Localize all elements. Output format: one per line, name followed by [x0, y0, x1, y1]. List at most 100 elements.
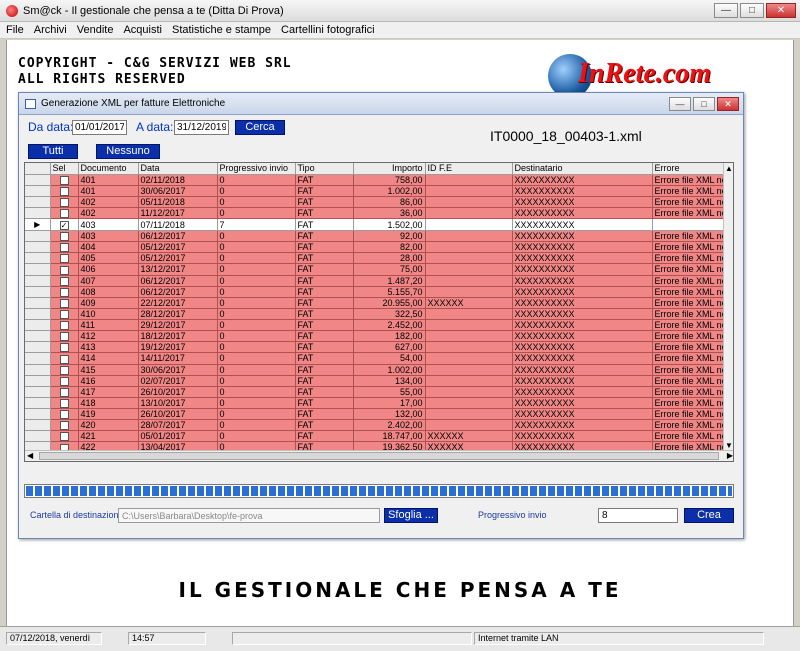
cell-id-fe[interactable]: [425, 196, 513, 208]
dialog-maximize-button[interactable]: □: [693, 97, 715, 111]
table-row[interactable]: 401 02/11/2018 0 FAT 758,00 XXXXXXXXXX Errore …: [25, 174, 733, 186]
cell-tipo[interactable]: FAT: [295, 386, 354, 398]
cell-importo[interactable]: 28,00: [353, 252, 426, 265]
table-row[interactable]: 412 18/12/2017 0 FAT 182,00 XXXXXXXXXX Errore …: [25, 330, 733, 343]
column-header-destinatario[interactable]: Destinatario: [512, 163, 653, 175]
cell-data[interactable]: 19/12/2017: [138, 341, 218, 354]
row-indicator[interactable]: [25, 330, 51, 343]
cell-sel[interactable]: [50, 196, 79, 208]
row-indicator[interactable]: [25, 319, 51, 332]
cell-sel[interactable]: [50, 430, 79, 443]
row-checkbox[interactable]: [59, 399, 69, 408]
column-header-documento[interactable]: Documento: [78, 163, 139, 175]
cell-id-fe[interactable]: [425, 341, 513, 354]
cell-destinatario[interactable]: XXXXXXXXXX: [512, 408, 653, 421]
table-row[interactable]: 419 26/10/2017 0 FAT 132,00 XXXXXXXXXX Errore …: [25, 408, 733, 421]
cell-sel[interactable]: [50, 364, 79, 376]
cell-errore[interactable]: Errore file XML non: [652, 297, 733, 309]
cell-errore[interactable]: Errore file XML non: [652, 275, 733, 287]
cell-destinatario[interactable]: XXXXXXXXXX: [512, 185, 653, 197]
cell-sel[interactable]: [50, 286, 79, 298]
cell-documento[interactable]: 402: [78, 207, 139, 220]
table-row[interactable]: 420 28/07/2017 0 FAT 2.402,00 XXXXXXXXXX Error…: [25, 419, 733, 432]
select-all-button[interactable]: Tutti: [28, 144, 78, 159]
cell-importo[interactable]: 1.002,00: [353, 185, 426, 197]
cell-documento[interactable]: 414: [78, 352, 139, 365]
row-indicator[interactable]: [25, 430, 51, 443]
column-header-id-fe[interactable]: ID F.E: [425, 163, 513, 175]
cell-destinatario[interactable]: XXXXXXXXXX: [512, 207, 653, 220]
cell-sel[interactable]: [50, 341, 79, 354]
cell-sel[interactable]: [50, 386, 79, 398]
horizontal-scroll-thumb[interactable]: [39, 452, 719, 460]
table-row[interactable]: 414 14/11/2017 0 FAT 54,00 XXXXXXXXXX Errore f…: [25, 352, 733, 365]
row-indicator[interactable]: [25, 352, 51, 365]
cell-progressivo[interactable]: 0: [217, 275, 296, 287]
cell-destinatario[interactable]: XXXXXXXXXX: [512, 364, 653, 376]
scroll-left-icon[interactable]: ◀: [27, 451, 33, 460]
table-row[interactable]: 404 05/12/2017 0 FAT 82,00 XXXXXXXXXX Errore f…: [25, 241, 733, 254]
row-indicator[interactable]: [25, 408, 51, 421]
row-checkbox[interactable]: [59, 175, 69, 185]
row-indicator[interactable]: [25, 275, 51, 287]
cell-progressivo[interactable]: 0: [217, 241, 296, 254]
cell-destinatario[interactable]: XXXXXXXXXX: [512, 263, 653, 276]
cell-importo[interactable]: 1.002,00: [353, 364, 426, 376]
cell-tipo[interactable]: FAT: [295, 252, 354, 265]
cell-progressivo[interactable]: 0: [217, 419, 296, 432]
row-checkbox[interactable]: [59, 343, 69, 352]
row-indicator[interactable]: [25, 207, 51, 220]
cell-sel[interactable]: [50, 230, 79, 243]
row-checkbox[interactable]: [59, 421, 69, 430]
from-date-input[interactable]: [72, 120, 127, 135]
table-row[interactable]: 413 19/12/2017 0 FAT 627,00 XXXXXXXXXX Errore …: [25, 341, 733, 354]
cell-tipo[interactable]: FAT: [295, 230, 354, 243]
cell-sel[interactable]: [50, 263, 79, 276]
cell-id-fe[interactable]: [425, 174, 513, 186]
row-checkbox[interactable]: [59, 298, 69, 308]
cell-sel[interactable]: [50, 319, 79, 332]
cell-sel[interactable]: [50, 241, 79, 254]
cell-sel[interactable]: [50, 330, 79, 343]
cell-errore[interactable]: Errore file XML non: [652, 319, 733, 332]
cell-sel[interactable]: [50, 185, 79, 197]
cell-id-fe[interactable]: [425, 308, 513, 321]
menu-vendite[interactable]: Vendite: [77, 24, 114, 36]
row-checkbox[interactable]: [59, 243, 69, 252]
maximize-button[interactable]: □: [740, 3, 764, 18]
cell-tipo[interactable]: FAT: [295, 308, 354, 321]
cell-errore[interactable]: Errore file XML non: [652, 241, 733, 254]
to-date-input[interactable]: [174, 120, 229, 135]
cell-errore[interactable]: Errore file XML non: [652, 185, 733, 197]
cell-destinatario[interactable]: XXXXXXXXXX: [512, 308, 653, 321]
cell-data[interactable]: 29/12/2017: [138, 319, 218, 332]
scroll-right-icon[interactable]: ▶: [727, 451, 733, 460]
table-row[interactable]: 416 02/07/2017 0 FAT 134,00 XXXXXXXXXX Errore …: [25, 375, 733, 387]
cell-errore[interactable]: Errore file XML non: [652, 419, 733, 432]
cell-id-fe[interactable]: [425, 419, 513, 432]
cell-documento[interactable]: 416: [78, 375, 139, 387]
dialog-minimize-button[interactable]: —: [669, 97, 691, 111]
table-row[interactable]: 408 06/12/2017 0 FAT 5.155,70 XXXXXXXXXX Error…: [25, 286, 733, 298]
cell-data[interactable]: 28/07/2017: [138, 419, 218, 432]
row-checkbox[interactable]: [59, 276, 69, 286]
cell-data[interactable]: 02/11/2018: [138, 174, 218, 186]
cell-data[interactable]: 07/11/2018: [138, 218, 218, 231]
menu-acquisti[interactable]: Acquisti: [123, 24, 162, 36]
cell-id-fe[interactable]: [425, 352, 513, 365]
cell-progressivo[interactable]: 0: [217, 397, 296, 410]
table-row[interactable]: 407 06/12/2017 0 FAT 1.487,20 XXXXXXXXXX Error…: [25, 275, 733, 287]
row-checkbox[interactable]: [59, 186, 69, 196]
cell-documento[interactable]: 412: [78, 330, 139, 343]
cell-progressivo[interactable]: 0: [217, 386, 296, 398]
table-row[interactable]: 402 11/12/2017 0 FAT 36,00 XXXXXXXXXX Errore f…: [25, 207, 733, 220]
cell-id-fe[interactable]: XXXXXX: [425, 297, 513, 309]
cell-tipo[interactable]: FAT: [295, 364, 354, 376]
row-indicator[interactable]: [25, 196, 51, 208]
cell-importo[interactable]: 75,00: [353, 263, 426, 276]
cell-documento[interactable]: 415: [78, 364, 139, 376]
cell-sel[interactable]: [50, 397, 79, 410]
row-checkbox[interactable]: [59, 332, 69, 341]
cell-errore[interactable]: Errore file XML non: [652, 308, 733, 321]
cell-destinatario[interactable]: XXXXXXXXXX: [512, 341, 653, 354]
